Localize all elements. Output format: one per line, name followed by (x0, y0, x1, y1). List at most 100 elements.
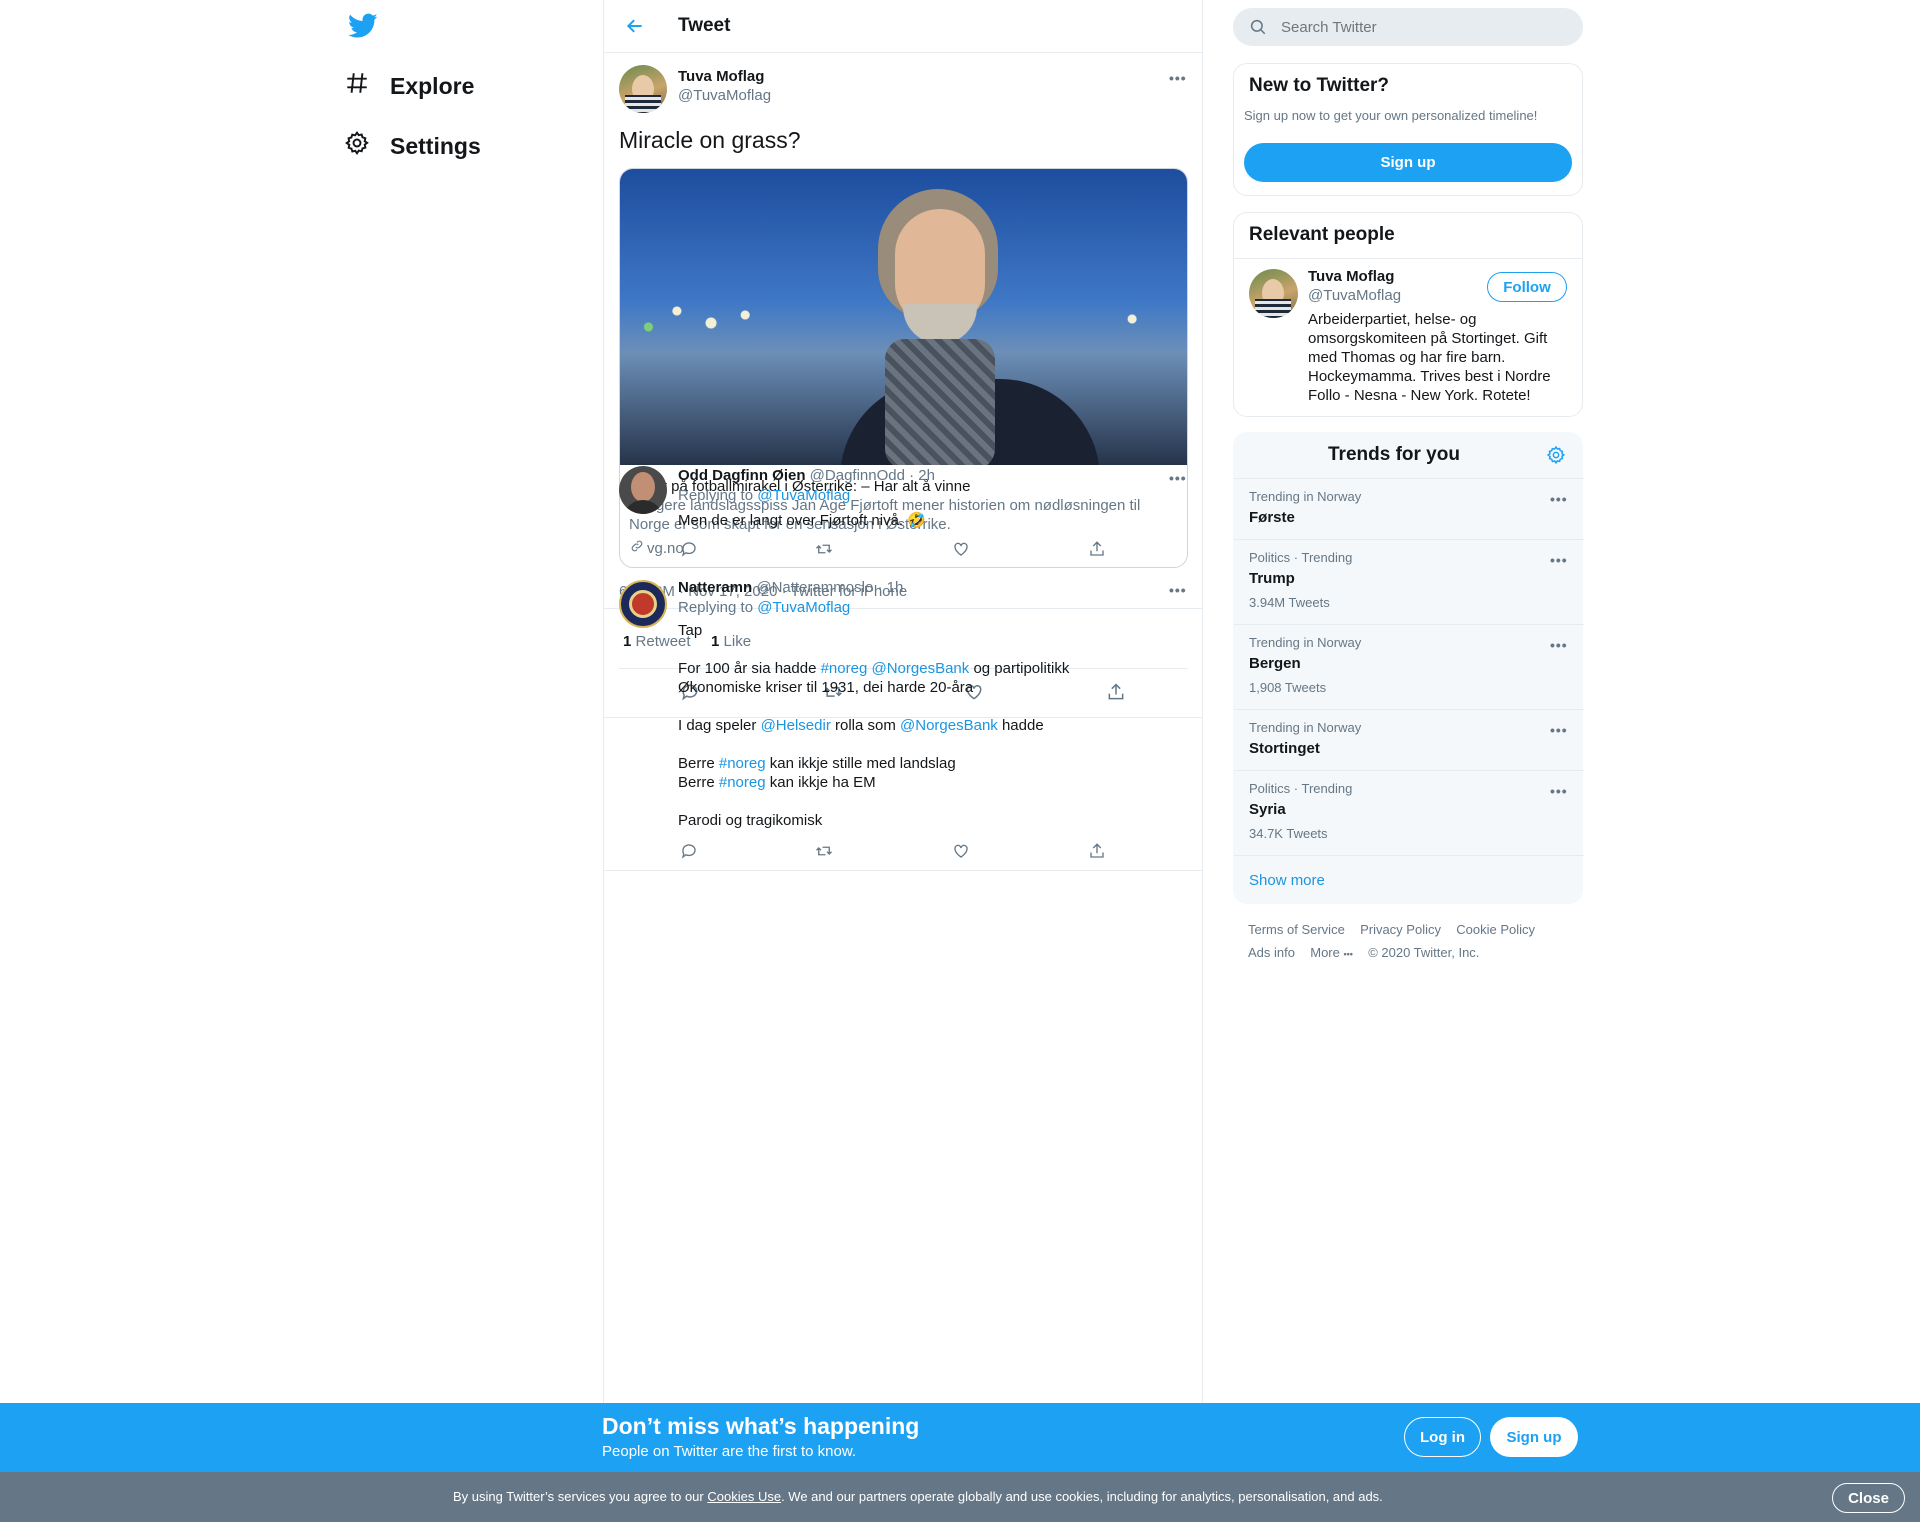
trend-item[interactable]: Politics · Trending Syria 34.7K Tweets •… (1234, 770, 1584, 855)
more-options-icon[interactable]: ••• (1550, 722, 1568, 738)
signup-button[interactable]: Sign up (1490, 1417, 1578, 1457)
cookies-use-link[interactable]: Cookies Use (707, 1489, 781, 1504)
cookie-text: By using Twitter’s services you agree to… (453, 1489, 1383, 1504)
reply-line: Tap (678, 622, 703, 639)
like-icon[interactable] (952, 540, 970, 558)
trend-name: Syria (1249, 801, 1286, 818)
hashtag-icon (344, 70, 390, 102)
back-arrow-icon[interactable] (624, 16, 646, 41)
trend-item[interactable]: Trending in Norway Stortinget ••• (1234, 709, 1584, 770)
card-domain-text: vg.no (647, 539, 684, 557)
footer-more-link[interactable]: More ••• (1310, 945, 1353, 960)
reply-line: Berre #noreg kan ikkje stille med landsl… (678, 755, 956, 772)
footer-terms-link[interactable]: Terms of Service (1248, 922, 1345, 937)
replying-to: Replying to @TuvaMoflag (678, 487, 850, 504)
show-more-row[interactable]: Show more (1234, 855, 1584, 905)
reply-line: Berre #noreg kan ikkje ha EM (678, 774, 876, 791)
author-handle[interactable]: @TuvaMoflag (678, 87, 771, 104)
trend-context: Trending in Norway (1249, 720, 1362, 735)
mention-link[interactable]: @Helsedir (761, 717, 831, 734)
reply-text: Men de er langt over Fjørtoft nivå. 🤣 (678, 512, 926, 529)
reply-time[interactable]: · 1h (877, 579, 903, 596)
share-icon[interactable] (1088, 540, 1106, 558)
cookie-banner: By using Twitter’s services you agree to… (0, 1472, 1920, 1522)
footer-privacy-link[interactable]: Privacy Policy (1360, 922, 1441, 937)
trend-item[interactable]: Trending in Norway Første ••• (1234, 478, 1584, 539)
more-options-icon[interactable]: ••• (1550, 552, 1568, 568)
person-name[interactable]: Tuva Moflag (1308, 268, 1394, 285)
reply-author-handle[interactable]: @DagfinnOdd (810, 467, 905, 484)
replying-to-handle[interactable]: @TuvaMoflag (757, 599, 850, 616)
author-name[interactable]: Tuva Moflag (678, 68, 764, 85)
nav-explore[interactable]: Explore (344, 70, 474, 102)
trend-name: Stortinget (1249, 740, 1320, 757)
card-subtitle: Sign up now to get your own personalized… (1244, 108, 1538, 123)
mention-link[interactable]: @NorgesBank (871, 660, 969, 677)
trend-count: 3.94M Tweets (1249, 595, 1330, 610)
more-options-icon[interactable]: ••• (1550, 637, 1568, 653)
reply-line: I dag speler @Helsedir rolla som @Norges… (678, 717, 1044, 734)
footer-ads-link[interactable]: Ads info (1248, 945, 1295, 960)
divider (1234, 258, 1582, 259)
avatar[interactable] (1249, 269, 1298, 318)
twitter-logo-icon[interactable] (348, 13, 378, 44)
share-icon[interactable] (1106, 682, 1126, 702)
trend-item[interactable]: Trending in Norway Bergen 1,908 Tweets •… (1234, 624, 1584, 709)
reply-icon[interactable] (680, 842, 698, 860)
replying-to-prefix: Replying to (678, 599, 754, 616)
more-options-icon[interactable]: ••• (1169, 70, 1187, 86)
hashtag-link[interactable]: #noreg (719, 774, 766, 791)
footer-copyright: © 2020 Twitter, Inc. (1368, 945, 1480, 960)
search-icon (1249, 18, 1267, 41)
avatar[interactable] (619, 65, 667, 113)
login-button[interactable]: Log in (1404, 1417, 1481, 1457)
show-more-link[interactable]: Show more (1249, 872, 1325, 889)
retweet-icon[interactable] (814, 842, 834, 860)
nav-settings[interactable]: Settings (344, 130, 481, 162)
nav-settings-label: Settings (390, 132, 481, 159)
trend-count: 1,908 Tweets (1249, 680, 1327, 695)
more-options-icon[interactable]: ••• (1550, 783, 1568, 799)
trend-item[interactable]: Politics · Trending Trump 3.94M Tweets •… (1234, 539, 1584, 624)
avatar[interactable] (619, 580, 667, 628)
person-bio: Arbeiderpartiet, helse- og omsorgskomite… (1308, 311, 1551, 404)
reply-author-name[interactable]: Natteramn (678, 579, 752, 596)
more-options-icon[interactable]: ••• (1550, 491, 1568, 507)
share-icon[interactable] (1088, 842, 1106, 860)
hashtag-link[interactable]: #noreg (719, 755, 766, 772)
more-options-icon[interactable]: ••• (1169, 470, 1187, 486)
replying-to-prefix: Replying to (678, 487, 754, 504)
close-button[interactable]: Close (1832, 1483, 1905, 1513)
reply-header: Odd Dagfinn Øien @DagfinnOdd · 2h (678, 467, 935, 484)
trend-context: Trending in Norway (1249, 489, 1362, 504)
main-column: Tweet Tuva Moflag @TuvaMoflag ••• Miracl… (603, 0, 1203, 1403)
reply-author-handle[interactable]: @Natterammoslo (756, 579, 873, 596)
reply-author-name[interactable]: Odd Dagfinn Øien (678, 467, 806, 484)
search-input[interactable] (1281, 12, 1561, 42)
retweet-icon[interactable] (814, 540, 834, 558)
replying-to-handle[interactable]: @TuvaMoflag (757, 487, 850, 504)
trends-card: Trends for you Trending in Norway Første… (1233, 432, 1584, 905)
gear-icon[interactable] (1546, 445, 1566, 470)
trend-name: Første (1249, 509, 1295, 526)
sign-up-button[interactable]: Sign up (1244, 143, 1572, 182)
tweet-text: Miracle on grass? (619, 127, 801, 153)
link-card[interactable]: ft tror på fotballmirakel i Østerrike: –… (619, 168, 1188, 568)
reply-icon[interactable] (680, 540, 698, 558)
footer-cookie-link[interactable]: Cookie Policy (1456, 922, 1535, 937)
trend-name: Trump (1249, 570, 1295, 587)
hashtag-link[interactable]: #noreg (821, 660, 868, 677)
search-box[interactable] (1233, 8, 1583, 46)
more-options-icon[interactable]: ••• (1169, 582, 1187, 598)
card-domain[interactable]: vg.no (630, 539, 684, 557)
like-icon[interactable] (952, 842, 970, 860)
follow-button[interactable]: Follow (1487, 272, 1567, 302)
person-handle[interactable]: @TuvaMoflag (1308, 287, 1401, 304)
reply-time[interactable]: · 2h (909, 467, 935, 484)
reply-line: Parodi og tragikomisk (678, 812, 823, 829)
nav-explore-label: Explore (390, 72, 475, 99)
trend-name: Bergen (1249, 655, 1301, 672)
mention-link[interactable]: @NorgesBank (900, 717, 998, 734)
signup-banner: Don’t miss what’s happening People on Tw… (0, 1403, 1920, 1472)
avatar[interactable] (619, 466, 667, 514)
